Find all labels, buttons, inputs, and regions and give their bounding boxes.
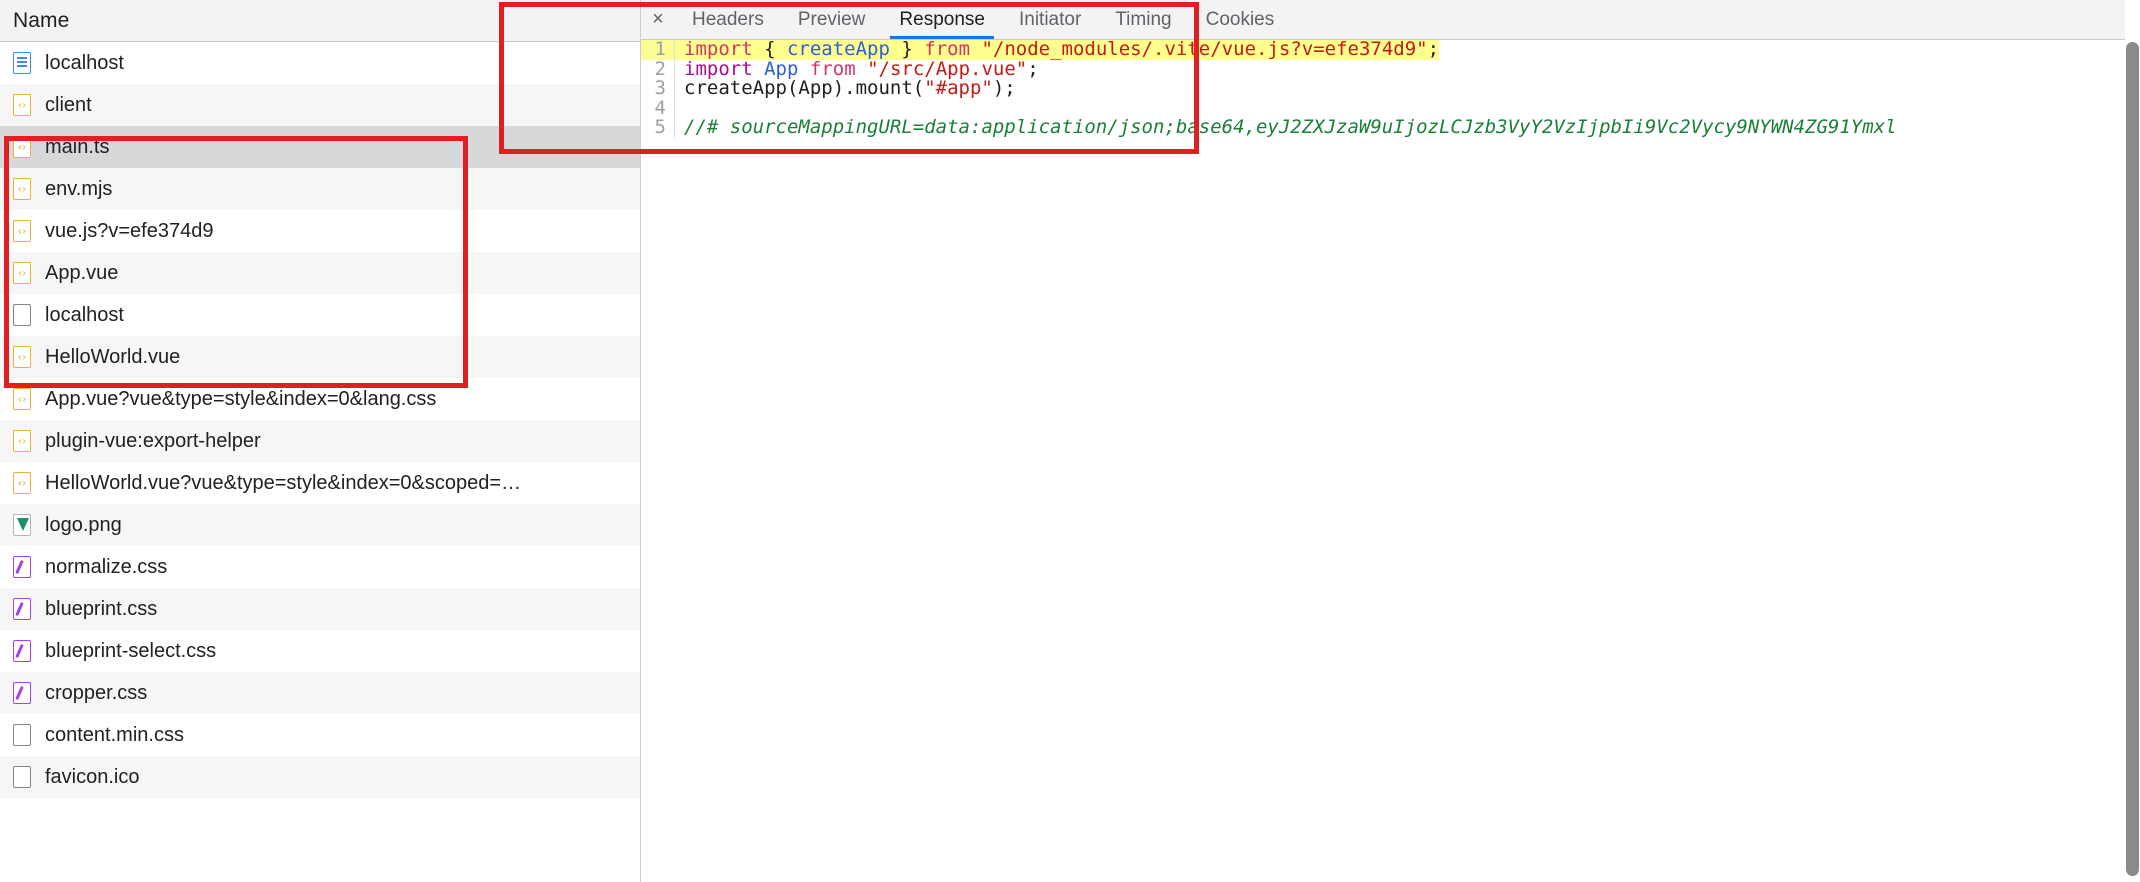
script-icon — [13, 388, 31, 410]
request-row[interactable]: logo.png — [0, 504, 640, 546]
request-name: App.vue — [45, 262, 118, 285]
request-row[interactable]: App.vue?vue&type=style&index=0&lang.css — [0, 378, 640, 420]
stylesheet-icon — [13, 682, 31, 704]
image-icon — [13, 514, 31, 536]
request-name: HelloWorld.vue?vue&type=style&index=0&sc… — [45, 472, 521, 495]
request-row[interactable]: localhost — [0, 42, 640, 84]
code-token-plain: createApp(App).mount( — [684, 77, 924, 99]
request-row[interactable]: plugin-vue:export-helper — [0, 420, 640, 462]
request-row[interactable]: HelloWorld.vue — [0, 336, 640, 378]
detail-tabs: HeadersPreviewResponseInitiatorTimingCoo… — [675, 0, 1291, 39]
request-row[interactable]: client — [0, 84, 640, 126]
line-number: 5 — [641, 118, 675, 138]
request-name: blueprint.css — [45, 598, 157, 621]
request-name: logo.png — [45, 514, 122, 537]
column-header-name[interactable]: Name — [0, 9, 69, 33]
request-row[interactable]: HelloWorld.vue?vue&type=style&index=0&sc… — [0, 462, 640, 504]
tab-response[interactable]: Response — [882, 0, 1002, 39]
code-token-string: "#app" — [924, 77, 993, 99]
request-list-header: Name — [0, 0, 640, 42]
tab-headers[interactable]: Headers — [675, 0, 781, 39]
tab-timing[interactable]: Timing — [1098, 0, 1188, 39]
request-name: plugin-vue:export-helper — [45, 430, 261, 453]
tab-preview[interactable]: Preview — [781, 0, 883, 39]
request-name: vue.js?v=efe374d9 — [45, 220, 213, 243]
request-row[interactable]: vue.js?v=efe374d9 — [0, 210, 640, 252]
request-name: client — [45, 94, 92, 117]
code-line: 5 //# sourceMappingURL=data:application/j… — [641, 118, 2140, 138]
code-token-comment: //# sourceMappingURL=data:application/js… — [684, 116, 1897, 138]
script-icon — [13, 430, 31, 452]
request-name: normalize.css — [45, 556, 167, 579]
vertical-scrollbar[interactable] — [2125, 0, 2140, 882]
devtools-network-panel: Name localhost client main.ts env.mjs vue.js… — [0, 0, 2140, 882]
response-code-viewer[interactable]: 1import { createApp } from "/node_module… — [641, 40, 2140, 882]
scrollbar-thumb[interactable] — [2126, 42, 2139, 876]
document-icon — [13, 52, 31, 74]
request-list-pane: Name localhost client main.ts env.mjs vue.js… — [0, 0, 641, 882]
tab-initiator[interactable]: Initiator — [1002, 0, 1098, 39]
request-row[interactable]: blueprint-select.css — [0, 630, 640, 672]
request-row[interactable]: cropper.css — [0, 672, 640, 714]
stylesheet-icon — [13, 556, 31, 578]
request-rows: localhost client main.ts env.mjs vue.js?v=ef… — [0, 42, 640, 798]
request-row[interactable]: blueprint.css — [0, 588, 640, 630]
script-icon — [13, 136, 31, 158]
request-name: App.vue?vue&type=style&index=0&lang.css — [45, 388, 436, 411]
request-name: favicon.ico — [45, 766, 140, 789]
code-line: 3createApp(App).mount("#app"); — [641, 79, 2140, 99]
tab-cookies[interactable]: Cookies — [1189, 0, 1292, 39]
request-name: blueprint-select.css — [45, 640, 216, 663]
line-number: 3 — [641, 79, 675, 99]
script-icon — [13, 262, 31, 284]
request-name: HelloWorld.vue — [45, 346, 180, 369]
code-text: //# sourceMappingURL=data:application/js… — [675, 118, 1897, 138]
generic-file-icon — [13, 724, 31, 746]
request-name: env.mjs — [45, 178, 112, 201]
close-icon[interactable]: × — [641, 0, 675, 39]
request-name: content.min.css — [45, 724, 184, 747]
request-name: localhost — [45, 52, 124, 75]
request-row[interactable]: main.ts — [0, 126, 640, 168]
script-icon — [13, 94, 31, 116]
code-token-plain: ; — [1428, 40, 1439, 60]
request-row[interactable]: App.vue — [0, 252, 640, 294]
code-text: createApp(App).mount("#app"); — [675, 79, 1016, 99]
request-detail-pane: × HeadersPreviewResponseInitiatorTimingC… — [641, 0, 2140, 882]
code-token-string: "/node_modules/.vite/vue.js?v=efe374d9" — [981, 40, 1427, 60]
request-name: localhost — [45, 304, 124, 327]
request-row[interactable]: normalize.css — [0, 546, 640, 588]
detail-tabbar: × HeadersPreviewResponseInitiatorTimingC… — [641, 0, 2140, 40]
script-icon — [13, 346, 31, 368]
request-row[interactable]: favicon.ico — [0, 756, 640, 798]
request-row[interactable]: env.mjs — [0, 168, 640, 210]
script-icon — [13, 220, 31, 242]
code-token-plain: ); — [993, 77, 1016, 99]
script-icon — [13, 472, 31, 494]
request-row[interactable]: localhost — [0, 294, 640, 336]
script-icon — [13, 178, 31, 200]
stylesheet-icon — [13, 640, 31, 662]
line-number: 1 — [641, 40, 675, 60]
request-name: main.ts — [45, 136, 109, 159]
generic-file-icon — [13, 304, 31, 326]
stylesheet-icon — [13, 598, 31, 620]
request-name: cropper.css — [45, 682, 147, 705]
generic-file-icon — [13, 766, 31, 788]
request-row[interactable]: content.min.css — [0, 714, 640, 756]
code-token-plain: ; — [1027, 58, 1038, 80]
